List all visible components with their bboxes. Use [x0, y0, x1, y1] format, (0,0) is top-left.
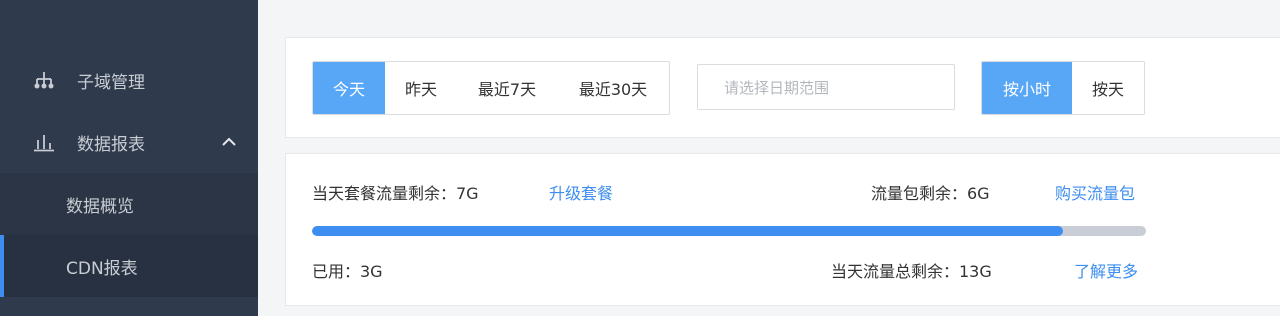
range-yesterday-button[interactable]: 昨天 — [385, 62, 457, 114]
usage-progress-fill — [312, 226, 1063, 236]
sidebar-item-subdomain[interactable]: 子域管理 — [0, 49, 258, 111]
sidebar-item-label: 数据报表 — [77, 134, 145, 155]
range-30days-button[interactable]: 最近30天 — [557, 62, 669, 114]
bar-chart-icon — [33, 131, 55, 153]
date-range-group: 今天 昨天 最近7天 最近30天 — [312, 61, 670, 115]
total-remaining-text: 当天流量总剩余：13G — [831, 262, 992, 281]
date-range-input[interactable]: 请选择日期范围 — [697, 64, 955, 110]
usage-card: 当天套餐流量剩余：7G 升级套餐 流量包剩余：6G 购买流量包 已用：3G 当天… — [285, 153, 1280, 306]
package-remaining-text: 流量包剩余：6G — [871, 184, 990, 203]
sidebar-item-data-overview[interactable]: 数据概览 — [0, 173, 258, 235]
range-today-button[interactable]: 今天 — [313, 62, 385, 114]
usage-progress-bar — [312, 226, 1146, 236]
learn-more-link[interactable]: 了解更多 — [1074, 258, 1138, 282]
upgrade-plan-link[interactable]: 升级套餐 — [549, 180, 613, 204]
sidebar-item-label: 数据概览 — [66, 196, 134, 217]
plan-remaining-text: 当天套餐流量剩余：7G — [312, 184, 479, 203]
granularity-group: 按小时 按天 — [981, 61, 1145, 115]
active-indicator — [0, 235, 4, 297]
sidebar-item-label: 子域管理 — [77, 72, 145, 93]
sidebar-item-label: CDN报表 — [66, 258, 138, 279]
range-7days-button[interactable]: 最近7天 — [457, 62, 557, 114]
buy-package-link[interactable]: 购买流量包 — [1055, 180, 1135, 204]
by-hour-button[interactable]: 按小时 — [982, 62, 1072, 114]
sidebar: 子域管理 数据报表 数据概览 CDN报表 — [0, 0, 258, 316]
filter-card: 今天 昨天 最近7天 最近30天 请选择日期范围 按小时 按天 — [285, 37, 1280, 138]
by-day-button[interactable]: 按天 — [1072, 62, 1144, 114]
chevron-up-icon — [220, 133, 238, 151]
sitemap-icon — [33, 69, 55, 91]
sidebar-item-reports[interactable]: 数据报表 — [0, 111, 258, 173]
sidebar-item-cdn-report[interactable]: CDN报表 — [0, 235, 258, 297]
used-text: 已用：3G — [312, 262, 383, 281]
